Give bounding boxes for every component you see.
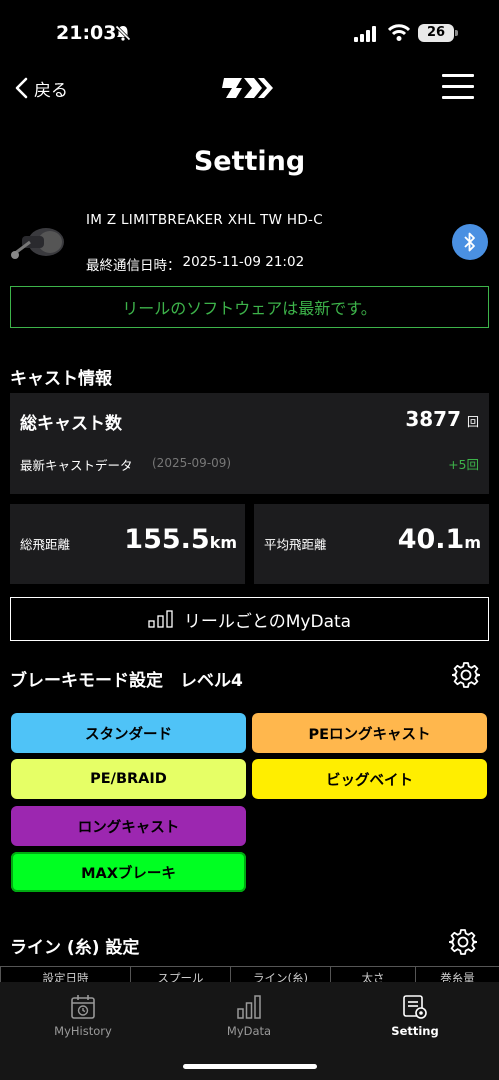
avg-distance-card: 平均飛距離 40.1m — [254, 504, 489, 584]
reel-image — [11, 228, 64, 259]
cast-info-title: キャスト情報 — [10, 369, 112, 389]
daiwa-logo-icon — [222, 78, 273, 98]
reel-mydata-button[interactable]: リールごとのMyData — [10, 597, 489, 641]
menu-line — [442, 85, 474, 88]
menu-line — [442, 74, 474, 77]
status-time: 21:03 — [56, 22, 117, 44]
back-button[interactable]: 戻る — [14, 76, 68, 101]
home-indicator — [183, 1064, 317, 1069]
avg-distance-value: 40.1m — [398, 524, 481, 555]
chevron-left-icon — [15, 77, 28, 99]
mode-long-cast-button[interactable]: ロングキャスト — [11, 806, 246, 846]
tab-myhistory[interactable]: MyHistory — [0, 982, 166, 1052]
bar-chart-icon — [237, 995, 261, 1019]
bluetooth-icon — [464, 232, 475, 252]
hamburger-menu-button[interactable] — [442, 74, 474, 102]
battery-nub — [455, 30, 458, 36]
line-settings-title: ライン (糸) 設定 — [10, 938, 140, 958]
settings-list-icon — [403, 995, 427, 1019]
last-comm-label: 最終通信日時： — [86, 258, 181, 274]
mode-big-bait-button[interactable]: ビッグベイト — [252, 759, 487, 799]
tab-mydata[interactable]: MyData — [166, 982, 332, 1052]
latest-cast-value: +5回 — [448, 457, 479, 472]
calendar-history-icon — [71, 995, 95, 1019]
total-distance-card: 総飛距離 155.5km — [10, 504, 245, 584]
brake-settings-gear-icon[interactable] — [452, 661, 480, 689]
total-cast-unit: 回 — [466, 415, 479, 429]
tab-myhistory-label: MyHistory — [54, 1024, 112, 1038]
avg-distance-unit: m — [464, 533, 481, 552]
menu-line — [442, 96, 474, 99]
total-distance-label: 総飛距離 — [20, 537, 71, 552]
latest-cast-label: 最新キャストデータ — [20, 458, 133, 473]
total-cast-label: 総キャスト数 — [20, 414, 122, 434]
mode-standard-button[interactable]: スタンダード — [11, 713, 246, 753]
tab-setting-label: Setting — [391, 1024, 439, 1038]
total-distance-number: 155.5 — [124, 524, 210, 555]
reel-name: IM Z LIMITBREAKER XHL TW HD-C — [86, 212, 323, 228]
tab-setting[interactable]: Setting — [332, 982, 498, 1052]
page-title: Setting — [193, 146, 306, 177]
last-comm-value: 2025-11-09 21:02 — [182, 254, 305, 270]
avg-distance-label: 平均飛距離 — [264, 537, 327, 552]
battery-indicator: 26 — [418, 24, 454, 42]
total-distance-value: 155.5km — [124, 524, 237, 555]
brake-mode-title: ブレーキモード設定 レベル4 — [10, 671, 243, 691]
bluetooth-button[interactable] — [452, 224, 488, 260]
mode-pe-braid-button[interactable]: PE/BRAID — [11, 759, 246, 799]
bar-chart-icon — [148, 610, 173, 628]
line-settings-gear-icon[interactable] — [449, 928, 477, 956]
back-label: 戻る — [34, 80, 68, 101]
mode-max-brake-button[interactable]: MAXブレーキ — [11, 852, 246, 892]
software-status-banner: リールのソフトウェアは最新です。 — [10, 286, 489, 328]
cellular-signal-icon — [354, 26, 376, 42]
avg-distance-number: 40.1 — [397, 524, 465, 555]
latest-cast-date: (2025-09-09) — [152, 456, 232, 470]
total-cast-card: 総キャスト数 3877 回 最新キャストデータ (2025-09-09) +5回 — [10, 393, 489, 494]
bell-muted-icon — [114, 24, 132, 42]
reel-mydata-label: リールごとのMyData — [183, 611, 352, 632]
total-cast-value: 3877 — [405, 407, 461, 431]
last-comm-datetime: 最終通信日時： 2025-11-09 21:02 — [86, 254, 304, 274]
total-distance-unit: km — [209, 533, 237, 552]
tab-mydata-label: MyData — [226, 1024, 272, 1038]
mode-pe-long-cast-button[interactable]: PEロングキャスト — [252, 713, 487, 753]
wifi-icon — [388, 24, 410, 41]
